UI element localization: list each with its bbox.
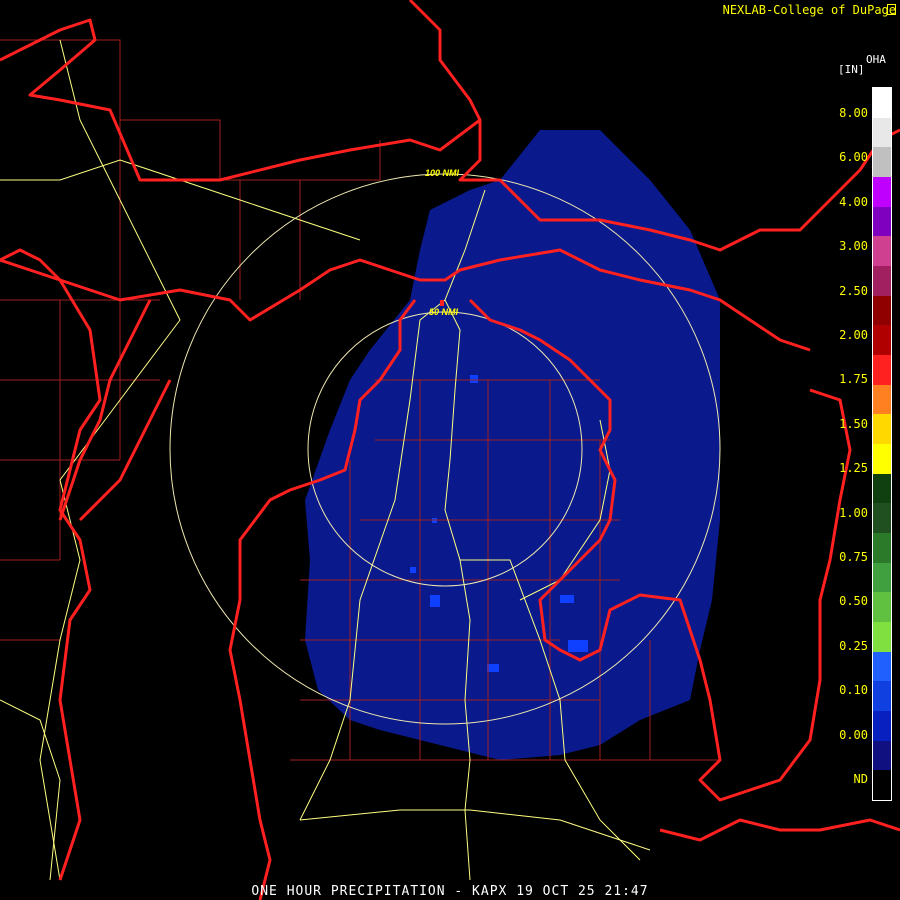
legend-swatch: [873, 384, 891, 415]
legend-swatch: [873, 355, 891, 385]
legend-swatch: [873, 740, 891, 771]
legend-tick-label: ND: [853, 772, 868, 786]
legend-swatch: [873, 711, 891, 741]
legend-swatch: [873, 503, 891, 534]
legend-swatch: [873, 117, 891, 148]
legend-swatch: [873, 592, 891, 623]
legend-swatch: [873, 533, 891, 563]
legend-tick-label: 2.50: [839, 283, 868, 298]
legend-tick-label: 0.75: [839, 550, 868, 564]
legend-swatch: [873, 770, 891, 801]
legend-tick-label: 0.00: [839, 727, 868, 742]
legend-tick-label: 6.00: [839, 150, 868, 165]
product-caption: ONE HOUR PRECIPITATION - KAPX 19 OCT 25 …: [251, 884, 649, 899]
legend-swatch: [873, 473, 891, 504]
legend-tick-label: 2.00: [839, 328, 868, 342]
legend-tick-label: 4.00: [839, 194, 868, 209]
legend-swatch: [873, 206, 891, 237]
legend-tick-label: 1.50: [839, 416, 868, 431]
legend-swatch: [873, 562, 891, 593]
radar-display: 100 NMI 50 NMI NEXLAB-College of DuPage …: [0, 0, 900, 900]
radar-site-marker: [440, 300, 444, 306]
legend-swatch: [873, 325, 891, 356]
legend-swatch: [873, 266, 891, 296]
legend-tick-label: 1.75: [839, 372, 868, 387]
legend-swatch: [873, 88, 891, 118]
legend-swatch: [873, 444, 891, 474]
legend-tick-label: 0.10: [839, 683, 868, 698]
range-label-100: 100 NMI: [425, 168, 460, 178]
legend-swatch: [873, 681, 891, 712]
legend-swatch: [873, 414, 891, 445]
color-legend-bar: [872, 87, 892, 801]
legend-swatch: [873, 651, 891, 682]
legend-tick-label: 1.00: [839, 505, 868, 520]
product-code: OHA: [866, 53, 886, 66]
legend-tick-label: 0.50: [839, 594, 868, 609]
range-label-50: 50 NMI: [429, 307, 459, 317]
radar-map[interactable]: 100 NMI 50 NMI: [0, 0, 900, 900]
legend-swatch: [873, 177, 891, 207]
credit-label: NEXLAB-College of DuPage: [722, 3, 896, 17]
legend-tick-label: 3.00: [839, 239, 868, 254]
legend-swatch: [873, 147, 891, 178]
unit-label: [IN]: [838, 63, 865, 76]
legend-swatch: [873, 295, 891, 326]
legend-tick-label: 8.00: [839, 106, 868, 120]
legend-tick-label: 1.25: [839, 461, 868, 476]
legend-swatch: [873, 622, 891, 652]
legend-tick-label: 0.25: [839, 638, 868, 653]
precipitation-area: [305, 130, 720, 760]
legend-swatch: [873, 236, 891, 267]
corner-logo-icon: [887, 4, 896, 15]
